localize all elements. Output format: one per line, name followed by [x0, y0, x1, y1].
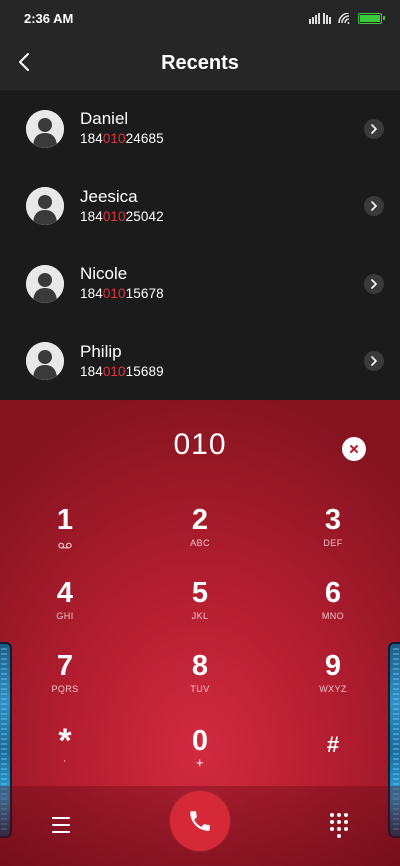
number-prefix: 184: [80, 208, 103, 224]
signal-icon: [309, 12, 331, 24]
number-prefix: 184: [80, 363, 103, 379]
details-button[interactable]: [364, 273, 384, 294]
key-digit: 8: [191, 650, 209, 682]
number-match: 010: [102, 363, 126, 379]
dialpad-icon[interactable]: [327, 812, 351, 838]
dialed-number-display: 010: [173, 428, 227, 461]
number-prefix: 184: [80, 286, 103, 302]
person-icon: [26, 109, 64, 148]
hamburger-icon[interactable]: [50, 814, 72, 836]
chevron-right-icon: [371, 278, 378, 289]
contact-name: Nicole: [80, 264, 128, 284]
contact-info: Daniel 18401024685: [80, 109, 164, 148]
contact-name: Philip: [80, 341, 122, 361]
number-suffix: 15689: [125, 363, 164, 379]
status-icons: [309, 12, 385, 24]
details-button[interactable]: [364, 351, 384, 372]
close-icon: [350, 445, 358, 453]
page-title: Recents: [161, 51, 239, 74]
avatar: [26, 342, 64, 381]
recent-contact-row[interactable]: Nicole 18401015678: [0, 245, 400, 323]
key-digit: 4: [56, 577, 74, 609]
number-suffix: 25042: [125, 208, 164, 224]
key-5[interactable]: 5 JKL: [155, 577, 245, 637]
contact-name: Daniel: [80, 109, 129, 129]
dialer-panel: 010 1 2 ABC 3 DEF 4 GHI 5 JKL 6 MNO 7 PQ…: [0, 400, 400, 866]
voicemail-icon: [58, 542, 72, 549]
key-4[interactable]: 4 GHI: [20, 577, 110, 637]
key-digit: 9: [324, 650, 342, 682]
contact-info: Philip 18401015689: [80, 342, 164, 381]
phone-icon: [190, 811, 210, 831]
key-letters: JKL: [191, 611, 209, 621]
key-digit: #: [326, 732, 340, 757]
key-digit: 6: [324, 577, 342, 609]
avatar: [26, 264, 64, 303]
recents-list: Daniel 18401024685 Jeesica 18401025042 N…: [0, 90, 400, 400]
key-7[interactable]: 7 PQRS: [20, 650, 110, 710]
key-star[interactable]: * ,: [20, 724, 110, 785]
number-match: 010: [102, 286, 126, 302]
key-3[interactable]: 3 DEF: [288, 504, 378, 564]
battery-icon: [358, 12, 385, 24]
key-0[interactable]: 0 +: [155, 725, 245, 785]
recent-contact-row[interactable]: Philip 18401015689: [0, 323, 400, 401]
wifi-icon: [338, 12, 350, 24]
key-letters: GHI: [56, 611, 74, 621]
chevron-right-icon: [371, 123, 378, 134]
details-button[interactable]: [364, 118, 384, 139]
number-match: 010: [102, 131, 126, 147]
person-icon: [26, 342, 64, 381]
number-prefix: 184: [80, 131, 103, 147]
person-icon: [26, 187, 64, 226]
key-2[interactable]: 2 ABC: [155, 504, 245, 564]
avatar: [26, 187, 64, 226]
key-hash[interactable]: #: [288, 725, 378, 785]
key-digit: 3: [324, 504, 342, 536]
avatar: [26, 109, 64, 148]
clear-button[interactable]: [342, 437, 366, 461]
number-suffix: 24685: [125, 131, 164, 147]
key-letters: WXYZ: [319, 684, 347, 694]
contact-info: Nicole 18401015678: [80, 264, 164, 303]
person-icon: [26, 264, 64, 303]
number-match: 010: [102, 208, 126, 224]
recent-contact-row[interactable]: Jeesica 18401025042: [0, 168, 400, 246]
number-suffix: 15678: [125, 286, 164, 302]
chevron-right-icon: [371, 201, 378, 212]
dialer-bottom-bar: [0, 786, 400, 866]
call-button[interactable]: [170, 791, 230, 851]
key-digit: 1: [56, 504, 74, 536]
status-bar: 2:36 AM: [0, 0, 400, 36]
key-letters: MNO: [321, 611, 345, 621]
key-letters: TUV: [190, 684, 210, 694]
key-letters: +: [196, 755, 204, 770]
key-digit: 0: [191, 725, 209, 757]
chevron-left-icon: [19, 53, 29, 71]
key-digit: 2: [191, 504, 209, 536]
contact-info: Jeesica 18401025042: [80, 187, 164, 226]
status-time: 2:36 AM: [24, 10, 74, 26]
key-1[interactable]: 1: [20, 504, 110, 564]
contact-name: Jeesica: [80, 186, 138, 206]
key-digit: 5: [191, 577, 209, 609]
contact-number: 18401025042: [80, 208, 164, 226]
app-header: Recents: [0, 36, 400, 90]
key-letters: ABC: [190, 538, 210, 548]
key-9[interactable]: 9 WXYZ: [288, 650, 378, 710]
chevron-right-icon: [371, 356, 378, 367]
key-6[interactable]: 6 MNO: [288, 577, 378, 637]
contact-number: 18401024685: [80, 130, 164, 148]
back-button[interactable]: [10, 48, 38, 76]
key-8[interactable]: 8 TUV: [155, 650, 245, 710]
details-button[interactable]: [364, 196, 384, 217]
key-digit: 7: [56, 650, 74, 682]
recent-contact-row[interactable]: Daniel 18401024685: [0, 90, 400, 168]
contact-number: 18401015689: [80, 363, 164, 381]
key-letters: DEF: [323, 538, 343, 548]
key-letters: PQRS: [51, 684, 79, 694]
contact-number: 18401015678: [80, 285, 164, 303]
key-letters: ,: [63, 753, 67, 763]
